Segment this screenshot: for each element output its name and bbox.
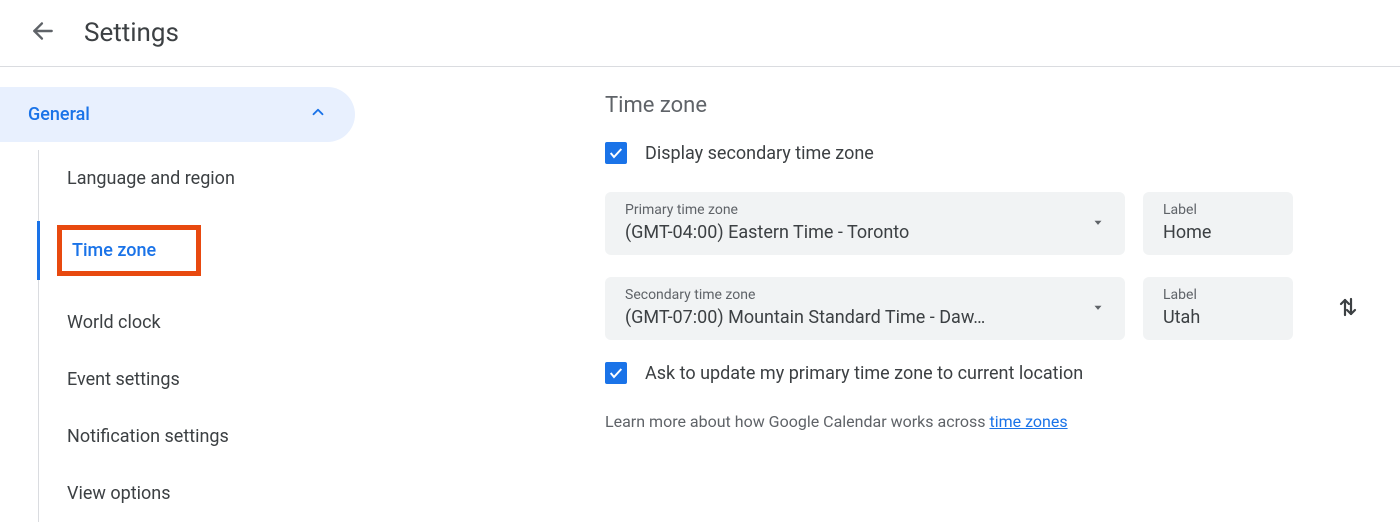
sidebar-item-view-options[interactable]: View options (39, 465, 355, 522)
sidebar-group-label: General (28, 104, 90, 125)
highlight-annotation: Time zone (57, 225, 201, 276)
content-area: General Language and region Time zone Wo… (0, 67, 1400, 522)
chevron-up-icon (309, 103, 327, 126)
sidebar-item-label: World clock (67, 312, 161, 333)
sidebar-item-world-clock[interactable]: World clock (39, 294, 355, 351)
sidebar-item-event-settings[interactable]: Event settings (39, 351, 355, 408)
primary-label-input[interactable]: Label Home (1143, 192, 1293, 255)
secondary-tz-field-label: Secondary time zone (625, 287, 1109, 303)
primary-tz-value: (GMT-04:00) Eastern Time - Toronto (625, 222, 1109, 243)
sidebar: General Language and region Time zone Wo… (0, 67, 355, 522)
ask-update-row: Ask to update my primary time zone to cu… (605, 362, 1400, 384)
sidebar-item-label: Notification settings (67, 426, 229, 447)
secondary-tz-value: (GMT-07:00) Mountain Standard Time - Daw… (625, 307, 1109, 328)
sidebar-item-label: Language and region (67, 168, 235, 189)
sidebar-item-language-region[interactable]: Language and region (39, 150, 355, 207)
sidebar-item-label: Time zone (72, 240, 156, 261)
ask-update-label: Ask to update my primary time zone to cu… (645, 363, 1083, 384)
display-secondary-checkbox[interactable] (605, 142, 627, 164)
back-arrow-icon[interactable] (30, 18, 56, 48)
primary-timezone-select[interactable]: Primary time zone (GMT-04:00) Eastern Ti… (605, 192, 1125, 255)
sidebar-items: Language and region Time zone World cloc… (38, 150, 355, 522)
sidebar-item-label: View options (67, 483, 171, 504)
swap-timezones-icon[interactable] (1336, 295, 1360, 323)
learn-more-text: Learn more about how Google Calendar wor… (605, 412, 1400, 431)
sidebar-item-notification-settings[interactable]: Notification settings (39, 408, 355, 465)
ask-update-checkbox[interactable] (605, 362, 627, 384)
primary-label-field: Label (1163, 202, 1277, 218)
display-secondary-row: Display secondary time zone (605, 142, 1400, 164)
primary-timezone-row: Primary time zone (GMT-04:00) Eastern Ti… (605, 192, 1400, 255)
sidebar-item-label: Event settings (67, 369, 180, 390)
main-inner: Time zone Display secondary time zone Pr… (605, 93, 1400, 431)
learn-more-prefix: Learn more about how Google Calendar wor… (605, 412, 989, 431)
display-secondary-label: Display secondary time zone (645, 143, 874, 164)
primary-tz-field-label: Primary time zone (625, 202, 1109, 218)
primary-label-value: Home (1163, 222, 1277, 243)
secondary-timezone-select[interactable]: Secondary time zone (GMT-07:00) Mountain… (605, 277, 1125, 340)
secondary-timezone-row: Secondary time zone (GMT-07:00) Mountain… (605, 277, 1400, 340)
sidebar-item-time-zone[interactable]: Time zone (39, 207, 355, 294)
dropdown-arrow-icon (1091, 214, 1105, 233)
time-zones-link[interactable]: time zones (989, 412, 1067, 431)
sidebar-group-general[interactable]: General (0, 87, 355, 142)
secondary-label-input[interactable]: Label Utah (1143, 277, 1293, 340)
main-panel: Time zone Display secondary time zone Pr… (355, 67, 1400, 522)
dropdown-arrow-icon (1091, 299, 1105, 318)
settings-header: Settings (0, 0, 1400, 67)
page-title: Settings (84, 18, 179, 48)
timezone-rows: Primary time zone (GMT-04:00) Eastern Ti… (605, 192, 1400, 340)
section-title: Time zone (605, 93, 1400, 118)
secondary-label-field: Label (1163, 287, 1277, 303)
secondary-label-value: Utah (1163, 307, 1277, 328)
